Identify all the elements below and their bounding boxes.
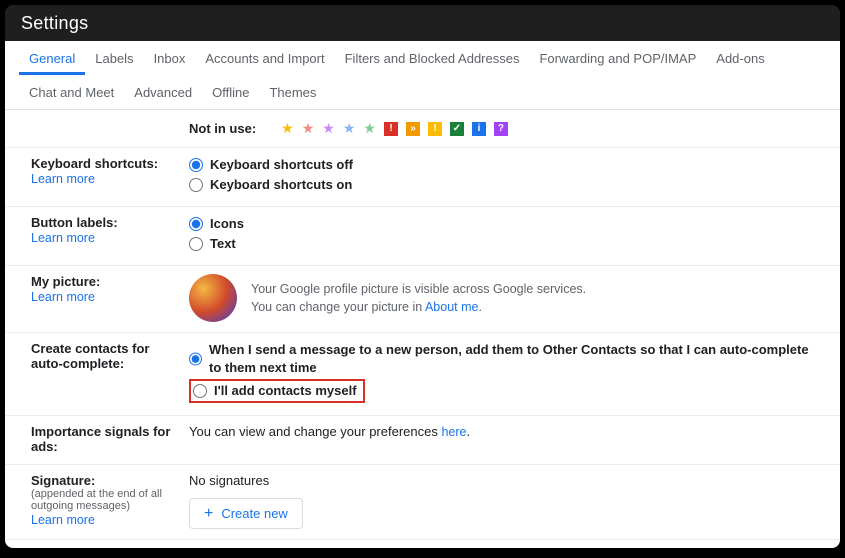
tab-general[interactable]: General [19,41,85,75]
here-link[interactable]: here [441,425,466,439]
no-signatures-text: No signatures [189,473,820,488]
tab-inbox[interactable]: Inbox [144,41,196,75]
not-in-use-label: Not in use: [189,121,256,136]
my-picture-section: My picture: Learn more Your Google profi… [5,266,840,333]
importance-signals-section: Importance signals for ads: You can view… [5,416,840,465]
button-labels-label: Button labels: [31,215,179,230]
star-icon[interactable]: ★ [299,120,318,137]
star-icon[interactable]: ★ [319,120,338,137]
tab-forwarding-and-pop-imap[interactable]: Forwarding and POP/IMAP [529,41,706,75]
create-contacts-manual-radio[interactable] [193,384,207,398]
tab-labels[interactable]: Labels [85,41,143,75]
learn-more-link[interactable]: Learn more [31,231,95,245]
marker-icon[interactable]: ! [384,122,398,136]
keyboard-shortcuts-section: Keyboard shortcuts: Learn more Keyboard … [5,148,840,207]
keyboard-shortcuts-radio-0[interactable] [189,158,203,172]
settings-title: Settings [21,13,88,34]
button-labels-section: Button labels: Learn more Icons Text [5,207,840,266]
star-icon[interactable]: ★ [278,120,297,137]
tab-offline[interactable]: Offline [202,75,259,109]
star-icon[interactable]: ★ [360,120,379,137]
settings-tabs: GeneralLabelsInboxAccounts and ImportFil… [5,41,840,110]
signature-sub: (appended at the end of all outgoing mes… [31,488,179,512]
signature-label: Signature: [31,473,179,488]
star-icon[interactable]: ★ [340,120,359,137]
learn-more-link[interactable]: Learn more [31,172,95,186]
marker-icon[interactable]: i [472,122,486,136]
highlight-box: I'll add contacts myself [189,379,365,403]
plus-icon: + [204,507,213,521]
personal-level-section: Personal level indicators: No indicators… [5,540,840,548]
learn-more-link[interactable]: Learn more [31,290,95,304]
stars-section: Not in use:★★★★★!»!✓i? [5,118,840,148]
marker-icon[interactable]: ! [428,122,442,136]
profile-visible-text: Your Google profile picture is visible a… [251,280,586,298]
create-contacts-label: Create contacts for auto-complete: [31,341,179,371]
tab-add-ons[interactable]: Add-ons [706,41,774,75]
marker-icon[interactable]: » [406,122,420,136]
tab-themes[interactable]: Themes [259,75,326,109]
keyboard-shortcuts-label-1: Keyboard shortcuts on [210,176,352,194]
button-labels-label-1: Text [210,235,236,253]
signature-section: Signature: (appended at the end of all o… [5,465,840,540]
button-labels-radio-0[interactable] [189,217,203,231]
create-contacts-section: Create contacts for auto-complete: When … [5,333,840,416]
create-contacts-auto-label: When I send a message to a new person, a… [209,341,820,377]
settings-header: Settings [5,5,840,41]
my-picture-label: My picture: [31,274,179,289]
tab-accounts-and-import[interactable]: Accounts and Import [195,41,334,75]
importance-signals-label: Importance signals for ads: [31,424,179,454]
marker-icon[interactable]: ? [494,122,508,136]
tab-chat-and-meet[interactable]: Chat and Meet [19,75,124,109]
create-contacts-manual-label: I'll add contacts myself [214,382,357,400]
marker-icon[interactable]: ✓ [450,122,464,136]
settings-panel: GeneralLabelsInboxAccounts and ImportFil… [5,41,840,548]
tab-filters-and-blocked-addresses[interactable]: Filters and Blocked Addresses [335,41,530,75]
about-me-link[interactable]: About me [425,300,479,314]
create-contacts-auto-radio[interactable] [189,352,202,366]
keyboard-shortcuts-label-0: Keyboard shortcuts off [210,156,353,174]
keyboard-shortcuts-radio-1[interactable] [189,178,203,192]
button-labels-radio-1[interactable] [189,237,203,251]
create-new-button[interactable]: + Create new [189,498,303,529]
stars-not-in-use: Not in use:★★★★★!»!✓i? [189,120,820,137]
button-labels-label-0: Icons [210,215,244,233]
keyboard-shortcuts-label: Keyboard shortcuts: [31,156,179,171]
avatar[interactable] [189,274,237,322]
settings-content: Not in use:★★★★★!»!✓i? Keyboard shortcut… [5,110,840,548]
learn-more-link[interactable]: Learn more [31,513,95,527]
tab-advanced[interactable]: Advanced [124,75,202,109]
